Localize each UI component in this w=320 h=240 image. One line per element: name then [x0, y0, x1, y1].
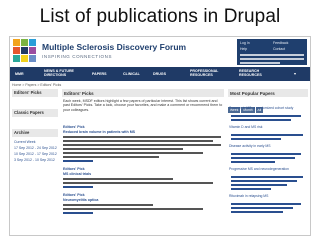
pick-abstract-link[interactable] — [63, 160, 93, 162]
popular-paper-item[interactable]: Rituximab in relapsing MS — [229, 194, 307, 198]
pick-label: Editors' Pick — [63, 125, 85, 129]
popular-text-line — [231, 161, 275, 163]
main-heading: Editors' Picks — [62, 89, 224, 97]
util-text-line — [240, 62, 280, 64]
main-nav: MMR NEWS & FUTURE DIRECTIONS PAPERS CLIN… — [10, 67, 310, 81]
util-text-line — [240, 54, 304, 56]
nav-item-news[interactable]: NEWS & FUTURE DIRECTIONS — [44, 69, 78, 77]
popular-text-line — [231, 188, 271, 190]
left-sidebar: Editors' Picks Classic Papers Archive Cu… — [12, 89, 58, 235]
pick-title-link[interactable]: Reduced brain volume in patients with MS — [63, 130, 135, 134]
main-content: Editors' Picks Each week, MSDF editors h… — [62, 89, 224, 235]
popular-papers-heading: Most Popular Papers — [228, 89, 308, 97]
util-link-help[interactable]: Help — [240, 47, 247, 51]
pick-title-link[interactable]: Neuromyelitis optica — [63, 198, 98, 202]
nav-menu-icon[interactable]: ▾ — [294, 71, 296, 76]
sidebar-heading-editors-picks[interactable]: Editors' Picks — [12, 89, 58, 97]
sidebar-archive-link[interactable]: Current Week — [14, 140, 36, 144]
nav-item-drugs[interactable]: DRUGS — [153, 72, 166, 76]
popular-paper-item[interactable]: Vitamin D and MS risk — [229, 125, 307, 129]
popular-text-line — [231, 207, 293, 209]
sidebar-heading-archive: Archive — [12, 129, 58, 137]
popular-paper-item[interactable]: Progressive MS and neurodegeneration — [229, 167, 307, 171]
pick-text-line — [63, 144, 221, 146]
nav-item-papers[interactable]: PAPERS — [92, 72, 107, 76]
popular-text-line — [231, 176, 303, 178]
site-tagline: INSPIRING CONNECTIONS — [42, 54, 113, 59]
sidebar-archive-link[interactable]: 10 Sep 2012 - 17 Sep 2012 — [14, 152, 57, 156]
slide-title: List of publications in Drupal — [39, 6, 281, 27]
popular-text-line — [231, 119, 291, 121]
pick-text-line — [63, 140, 213, 142]
popular-text-line — [231, 180, 297, 182]
util-link-login[interactable]: Log In — [240, 41, 250, 45]
util-link-feedback[interactable]: Feedback — [273, 41, 288, 45]
popular-paper-item[interactable]: Disease activity in early MS — [229, 144, 307, 148]
site-header: Multiple Sclerosis Discovery Forum INSPI… — [10, 37, 310, 67]
util-text-line — [240, 58, 304, 60]
pick-text-line — [63, 136, 221, 138]
sidebar-heading-classic[interactable]: Classic Papers — [12, 109, 58, 117]
nav-item-clinical[interactable]: CLINICAL — [123, 72, 140, 76]
utility-panel: Log In Feedback Help Contact — [237, 39, 307, 65]
nav-item-professional[interactable]: PROFESSIONAL RESOURCES — [190, 69, 222, 77]
pick-text-line — [63, 178, 173, 180]
popular-text-line — [231, 184, 287, 186]
site-logo-icon[interactable] — [13, 39, 39, 65]
breadcrumb[interactable]: Home > Papers > Editors' Picks — [12, 83, 61, 87]
site-title[interactable]: Multiple Sclerosis Discovery Forum — [42, 42, 186, 52]
right-column: Most Popular Papers Week Month All Summer … — [228, 89, 308, 235]
pick-text-line — [63, 156, 159, 158]
main-intro: Each week, MSDF editors highlight a few … — [63, 99, 223, 112]
pick-abstract-link[interactable] — [63, 186, 93, 188]
pick-text-line — [63, 182, 213, 184]
popular-tabs: Week Month All — [228, 98, 308, 113]
popular-text-line — [231, 211, 283, 213]
pick-abstract-link[interactable] — [63, 212, 93, 214]
util-link-contact[interactable]: Contact — [273, 47, 285, 51]
nav-item-research[interactable]: RESEARCH RESOURCES — [239, 69, 271, 77]
popular-paper-item[interactable]: Summer in MS: a randomized cohort study — [229, 106, 307, 110]
pick-text-line — [63, 208, 203, 210]
sidebar-archive-link[interactable]: 17 Sep 2012 - 24 Sep 2012 — [14, 146, 57, 150]
sidebar-archive-link[interactable]: 3 Sep 2012 - 10 Sep 2012 — [14, 158, 55, 162]
popular-text-line — [231, 134, 303, 136]
popular-text-line — [231, 153, 301, 155]
pick-label: Editors' Pick — [63, 193, 85, 197]
pick-title-link[interactable]: MS clinical trials — [63, 172, 91, 176]
nav-item-mmr[interactable]: MMR — [15, 72, 24, 76]
pick-text-line — [63, 204, 153, 206]
pick-label: Editors' Pick — [63, 167, 85, 171]
pick-text-line — [63, 148, 183, 150]
popular-text-line — [231, 138, 281, 140]
screenshot-frame: Multiple Sclerosis Discovery Forum INSPI… — [9, 36, 311, 236]
popular-text-line — [231, 157, 295, 159]
pick-text-line — [63, 152, 203, 154]
popular-text-line — [231, 203, 301, 205]
popular-text-line — [231, 115, 301, 117]
